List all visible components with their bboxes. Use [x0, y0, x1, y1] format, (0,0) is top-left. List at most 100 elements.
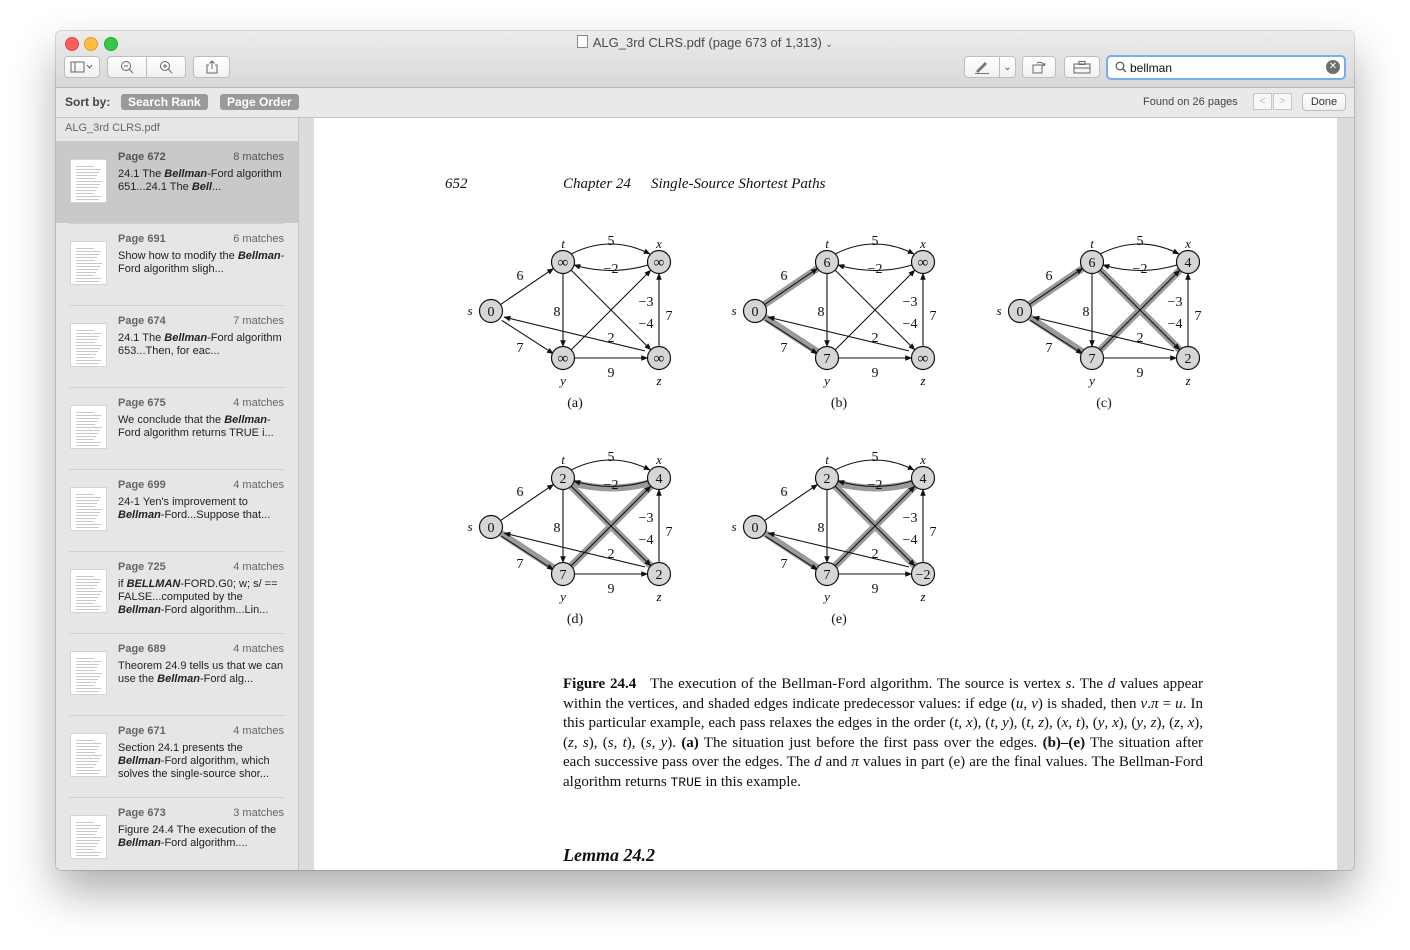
vertex-d-value: ∞: [654, 351, 665, 367]
search-result-item[interactable]: Page 689 4 matches Theorem 24.9 tells us t…: [56, 633, 298, 715]
pdf-page: 652 Chapter 24 Single-Source Shortest Pa…: [314, 118, 1337, 870]
result-snippet: Section 24.1 presents the Bellman-Ford a…: [118, 742, 270, 780]
sidebar-filename: ALG_3rd CLRS.pdf: [65, 122, 160, 134]
edge-weight: 8: [554, 521, 561, 536]
vertex-name: t: [561, 452, 565, 467]
search-result-item[interactable]: Page 699 4 matches 24-1 Yen's improvement …: [56, 469, 298, 551]
vertex-name: y: [1087, 373, 1095, 388]
share-icon: [206, 60, 217, 74]
edge-weight: −3: [1168, 295, 1183, 310]
vertex-d-value: 4: [920, 472, 927, 487]
edge-s-y: [501, 319, 554, 355]
sort-search-rank-button[interactable]: Search Rank: [121, 94, 208, 110]
window-title-area[interactable]: ALG_3rd CLRS.pdf (page 673 of 1,313) ⌄: [56, 35, 1354, 50]
result-page: Page 674: [118, 315, 166, 327]
clear-search-icon[interactable]: ✕: [1326, 60, 1340, 74]
bellman-ford-figure: 6 7 5 −2 8 −4 −3 9 7 2 0 s ∞ t ∞ x ∞ y ∞ z (a) 6 7 5 −2 8 −4 −3 9 7 2 0…: [467, 234, 1201, 627]
edge-weight: −2: [868, 478, 883, 493]
edge-weight: 9: [608, 366, 615, 381]
edge-weight: 7: [517, 341, 524, 356]
search-result-item[interactable]: Page 674 7 matches 24.1 The Bellman-Ford a…: [56, 305, 298, 387]
result-separator: [69, 387, 284, 388]
vertex-name: t: [561, 236, 565, 251]
edge-weight: 5: [608, 450, 615, 465]
result-separator: [69, 469, 284, 470]
result-snippet: Show how to modify the Bellman-Ford algo…: [118, 250, 285, 275]
search-result-item[interactable]: Page 691 6 matches Show how to modify the …: [56, 223, 298, 305]
search-result-item[interactable]: Page 672 8 matches 24.1 The Bellman-Ford a…: [56, 141, 298, 223]
edge-weight: 7: [666, 525, 673, 540]
preview-window: ALG_3rd CLRS.pdf (page 673 of 1,313)⌄ ⌄: [56, 31, 1354, 870]
share-button[interactable]: [193, 56, 230, 78]
sidebar-icon: [70, 61, 93, 73]
sidebar-toggle-button[interactable]: [64, 56, 100, 78]
search-result-item[interactable]: Page 673 3 matches Figure 24.4 The executi…: [56, 797, 298, 870]
edge-weight: 2: [608, 547, 615, 562]
vertex-name: s: [731, 519, 736, 534]
vertex-name: s: [731, 303, 736, 318]
edge-weight: −2: [868, 262, 883, 277]
result-match-count: 4 matches: [233, 561, 284, 573]
rotate-button[interactable]: [1022, 56, 1056, 78]
vertex-d-value: 4: [1185, 256, 1192, 271]
edge-weight: −2: [1133, 262, 1148, 277]
sort-page-order-button[interactable]: Page Order: [220, 94, 299, 110]
previous-result-button[interactable]: <: [1253, 93, 1272, 110]
panel-label: (c): [1096, 396, 1112, 411]
result-page: Page 689: [118, 643, 166, 655]
vertex-d-value: ∞: [654, 255, 665, 271]
search-result-item[interactable]: Page 671 4 matches Section 24.1 presents t…: [56, 715, 298, 797]
result-separator: [69, 551, 284, 552]
edge-s-t: [500, 268, 555, 305]
edge-weight: −2: [604, 478, 619, 493]
vertex-d-value: 4: [656, 472, 663, 487]
result-page: Page 725: [118, 561, 166, 573]
edge-weight: 6: [781, 485, 788, 500]
zoom-out-button[interactable]: [107, 56, 147, 78]
edge-weight: 7: [781, 341, 788, 356]
markup-options-button[interactable]: ⌄: [999, 56, 1016, 78]
result-page: Page 671: [118, 725, 166, 737]
search-field[interactable]: ✕: [1106, 55, 1346, 80]
next-result-button[interactable]: >: [1273, 93, 1292, 110]
edge-weight: 2: [872, 547, 879, 562]
edge-weight: −3: [639, 511, 654, 526]
vertex-d-value: 0: [488, 305, 495, 320]
panel-label: (d): [567, 612, 584, 627]
search-input[interactable]: [1130, 59, 1320, 76]
panel-label: (a): [567, 396, 583, 411]
edge-weight: 6: [1046, 269, 1053, 284]
lemma-heading: Lemma 24.2: [563, 845, 655, 865]
vertex-name: y: [558, 589, 566, 604]
vertex-name: z: [919, 373, 925, 388]
zoom-in-button[interactable]: [146, 56, 186, 78]
edge-weight: 7: [517, 557, 524, 572]
search-results-sidebar: ALG_3rd CLRS.pdf Page 672 8 matches 24.1 T…: [56, 118, 299, 870]
result-match-count: 8 matches: [233, 151, 284, 163]
graph-panel: 6 7 5 −2 8 −4 −3 9 7 2 0 s 6 t ∞ x 7 y ∞ z (b): [731, 234, 936, 411]
edge-weight: −4: [1168, 317, 1183, 332]
search-result-item[interactable]: Page 725 4 matches if BELLMAN-FORD.G0; w; …: [56, 551, 298, 633]
edge-weight: 5: [872, 234, 879, 249]
page-thumbnail: [70, 487, 107, 531]
done-button[interactable]: Done: [1302, 93, 1346, 111]
edge-weight: −4: [903, 317, 918, 332]
vertex-name: x: [919, 236, 926, 251]
edge-weight: 9: [872, 366, 879, 381]
vertex-d-value: 7: [1089, 352, 1096, 367]
edge-s-y: [1030, 319, 1083, 355]
vertex-d-value: 2: [824, 472, 831, 487]
vertex-name: t: [825, 452, 829, 467]
markup-toolbar-button[interactable]: [1064, 56, 1100, 78]
edge-s-t: [764, 484, 819, 521]
page-thumbnail: [70, 651, 107, 695]
document-view[interactable]: 652 Chapter 24 Single-Source Shortest Pa…: [299, 118, 1354, 870]
search-result-item[interactable]: Page 675 4 matches We conclude that the Be…: [56, 387, 298, 469]
markup-pen-button[interactable]: [964, 56, 1000, 78]
shaded-edge: [751, 307, 831, 362]
edge-weight: −2: [604, 262, 619, 277]
edge-weight: 5: [608, 234, 615, 249]
edge-s-t: [764, 268, 819, 305]
result-match-count: 4 matches: [233, 725, 284, 737]
edge-weight: 6: [517, 269, 524, 284]
